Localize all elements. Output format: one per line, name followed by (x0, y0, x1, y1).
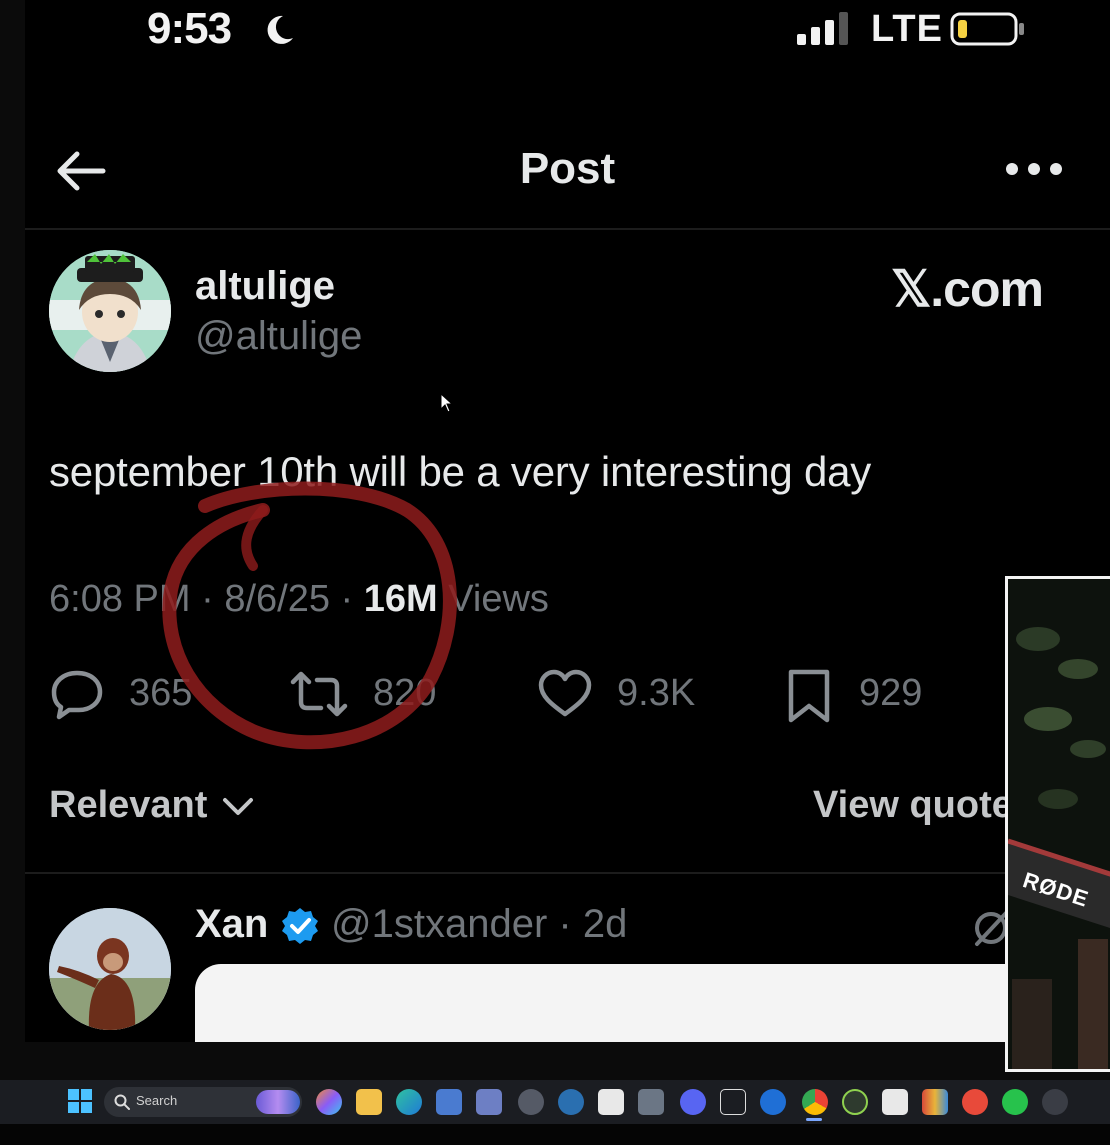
copilot-icon[interactable] (316, 1089, 342, 1115)
repost-icon (290, 671, 348, 717)
chevron-down-icon[interactable] (221, 794, 255, 820)
reply-media-partial-text (225, 1008, 985, 1042)
author-avatar[interactable] (49, 250, 171, 372)
meta-separator: · (340, 578, 364, 620)
settings-icon[interactable] (1042, 1089, 1068, 1115)
post-text: september 10th will be a very interestin… (49, 448, 872, 495)
steam-icon[interactable] (558, 1089, 584, 1115)
camera-app-icon[interactable] (598, 1089, 624, 1115)
search-highlight-icon (256, 1090, 300, 1114)
discord-icon[interactable] (680, 1089, 706, 1115)
view-quotes-link[interactable]: View quote (813, 784, 1013, 827)
windows-taskbar: Search (0, 1080, 1110, 1124)
meta-separator: · (547, 902, 583, 946)
play-icon[interactable] (1002, 1089, 1028, 1115)
replies-divider (25, 872, 1110, 874)
reply-media-card[interactable] (195, 964, 1110, 1042)
meta-separator: · (201, 578, 225, 620)
author-handle[interactable]: @altulige (195, 314, 362, 359)
razer-icon[interactable] (842, 1089, 868, 1115)
repost-button[interactable]: 820 (287, 662, 467, 726)
like-count: 9.3K (617, 672, 696, 714)
reply-icon (51, 670, 103, 720)
orangutan-avatar-art (49, 908, 171, 1030)
reply-author-handle[interactable]: @1stxander (331, 902, 547, 946)
bottom-border (0, 1124, 1110, 1145)
screen: 9:53 LTE Post altulige @altulige 𝕏.com s… (0, 0, 1110, 1145)
network-label: LTE (871, 8, 943, 50)
reply-avatar[interactable] (49, 908, 171, 1030)
active-app-indicator (806, 1118, 822, 1121)
webcam-feed (1008, 579, 1110, 1069)
reply-age: 2d (582, 902, 628, 946)
x-watermark: 𝕏.com (891, 261, 1044, 317)
reply-handle-line: @1stxander · 2d (331, 902, 627, 947)
signal-icon (797, 12, 848, 45)
calculator-icon[interactable] (638, 1089, 664, 1115)
reply-button[interactable]: 365 (49, 662, 209, 726)
page-title: Post (519, 144, 616, 193)
views-count: 16M (363, 578, 438, 620)
search-icon (114, 1094, 130, 1110)
edge-icon[interactable] (396, 1089, 422, 1115)
capcut-icon[interactable] (720, 1089, 746, 1115)
reply-author-name[interactable]: Xan (195, 902, 268, 947)
cropped-glyphs (225, 1040, 985, 1042)
verified-badge-icon (282, 908, 318, 944)
sort-dropdown[interactable]: Relevant (49, 784, 207, 827)
status-time: 9:53 (147, 4, 232, 53)
mouse-cursor-icon (440, 393, 454, 413)
bookmark-count: 929 (859, 672, 923, 714)
repost-count: 820 (373, 672, 437, 714)
like-button[interactable]: 9.3K (537, 662, 717, 726)
views-label: Views (448, 578, 549, 620)
bookmark-button[interactable]: 929 (785, 662, 955, 726)
winrar-icon[interactable] (922, 1089, 948, 1115)
windows-start-icon[interactable] (68, 1089, 92, 1113)
reply-count: 365 (129, 672, 193, 714)
avatar-art (49, 250, 171, 372)
moon-icon (267, 15, 293, 44)
post-time[interactable]: 6:08 PM (49, 578, 191, 620)
chrome-icon[interactable] (802, 1089, 828, 1115)
post-date[interactable]: 8/6/25 (224, 578, 330, 620)
author-name[interactable]: altulige (195, 264, 335, 309)
more-options-icon[interactable] (1003, 158, 1065, 180)
post-meta: 6:08 PM · 8/6/25 · 16M Views (49, 578, 549, 621)
action-bar: 365 820 9.3K 929 (25, 662, 1110, 726)
roblox-studio-icon[interactable] (962, 1089, 988, 1115)
app-icon[interactable] (882, 1089, 908, 1115)
taskbar-search[interactable]: Search (104, 1087, 302, 1117)
battery-icon (950, 12, 1024, 46)
top-nav: Post (25, 128, 1110, 218)
nav-divider (25, 228, 1110, 230)
heart-icon (538, 669, 592, 717)
webcam-overlay: RØDE (1005, 576, 1110, 1072)
battle-net-icon[interactable] (760, 1089, 786, 1115)
phone-screen: 9:53 LTE Post altulige @altulige 𝕏.com s… (25, 0, 1110, 1042)
obs-icon[interactable] (518, 1089, 544, 1115)
bookmark-icon (788, 669, 830, 723)
photos-icon[interactable] (476, 1089, 502, 1115)
snipping-tool-icon[interactable] (436, 1089, 462, 1115)
file-explorer-icon[interactable] (356, 1089, 382, 1115)
search-placeholder: Search (136, 1093, 178, 1108)
